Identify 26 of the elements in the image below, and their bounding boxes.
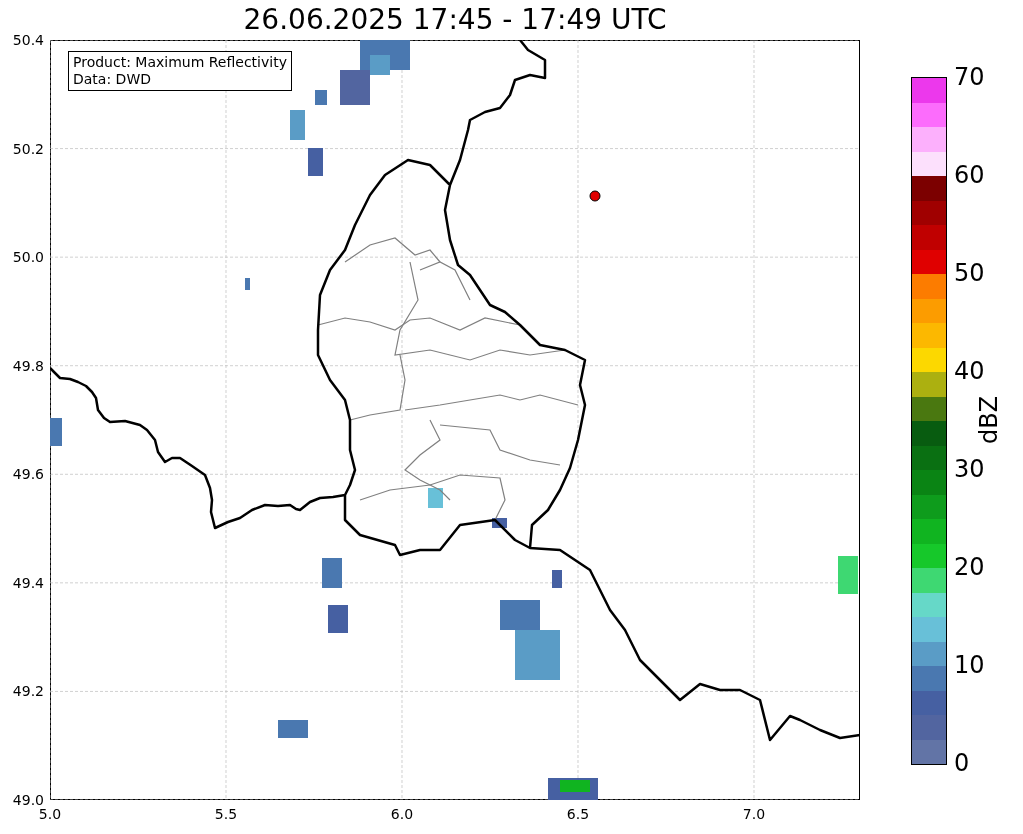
axis-tick-label: 49.4 — [12, 574, 44, 591]
axis-tick-label: 49.2 — [12, 683, 44, 700]
axis-tick-label: 5.0 — [38, 806, 62, 822]
colorbar-tick-label: 40 — [954, 358, 985, 384]
axis-tick-label: 6.0 — [390, 806, 414, 822]
colorbar-tick-label: 60 — [954, 162, 985, 188]
axis-tick-label: 50.4 — [12, 32, 44, 48]
colorbar-tick-label: 20 — [954, 554, 985, 580]
axis-tick-label: 50.0 — [12, 249, 44, 266]
colorbar-tick-label: 30 — [954, 456, 985, 482]
colorbar-label: dBZ — [975, 395, 1003, 445]
axis-tick-label: 49.8 — [12, 357, 44, 374]
colorbar-tick-label: 10 — [954, 652, 985, 678]
chart-title: 26.06.2025 17:45 - 17:49 UTC — [242, 2, 668, 38]
colorbar-tick-label: 0 — [954, 750, 970, 776]
info-text: Data: DWD — [73, 71, 152, 88]
colorbar-tick-label: 50 — [954, 260, 985, 286]
radar-site-marker — [589, 190, 601, 202]
info-text: Product: Maximum Reflectivity — [73, 54, 287, 71]
axis-tick-label: 49.0 — [12, 792, 44, 808]
axis-tick-label: 6.5 — [566, 806, 590, 822]
axis-tick-label: 7.0 — [742, 806, 766, 822]
axis-tick-label: 5.5 — [214, 806, 238, 822]
axis-tick-label: 49.6 — [12, 466, 44, 483]
axis-tick-label: 50.2 — [12, 140, 44, 157]
colorbar-tick-label: 70 — [954, 64, 985, 90]
